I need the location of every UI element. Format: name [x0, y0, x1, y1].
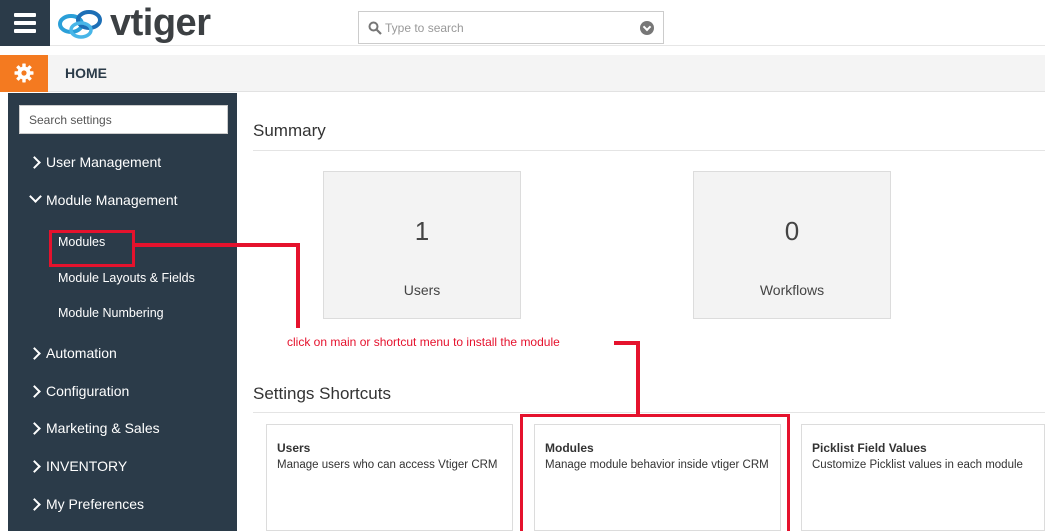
- chevron-right-icon: [28, 347, 41, 360]
- chevron-right-icon: [28, 156, 41, 169]
- sidebar-item-label: User Management: [46, 154, 162, 170]
- settings-shortcuts-heading: Settings Shortcuts: [253, 384, 391, 403]
- chevron-down-icon: [29, 190, 42, 203]
- sidebar-item-label: My Preferences: [46, 496, 145, 512]
- vtiger-logo-icon: [58, 10, 102, 39]
- shortcut-title: Users: [277, 441, 311, 455]
- breadcrumb-bar: HOME: [0, 55, 1045, 92]
- sidebar-item-user-management[interactable]: User Management: [8, 148, 237, 178]
- annotation-highlight-modules-menu: [49, 230, 135, 267]
- sidebar-item-configuration[interactable]: Configuration: [8, 377, 237, 407]
- annotation-line: [636, 341, 640, 417]
- shortcut-description: Manage users who can access Vtiger CRM: [277, 459, 498, 471]
- sidebar-item-label: Configuration: [46, 383, 130, 399]
- annotation-text: click on main or shortcut menu to instal…: [287, 335, 560, 349]
- chevron-right-icon: [28, 422, 41, 435]
- chevron-right-icon: [28, 498, 41, 511]
- logo-text: vtiger: [110, 2, 211, 44]
- annotation-line: [135, 243, 300, 247]
- sidebar-item-automation[interactable]: Automation: [8, 339, 237, 369]
- shortcut-picklist-field-values[interactable]: Picklist Field Values Customize Picklist…: [801, 424, 1045, 531]
- top-header: vtiger: [0, 0, 1045, 46]
- workflows-count: 0: [784, 216, 800, 246]
- sidebar-item-inventory[interactable]: INVENTORY: [8, 452, 237, 482]
- vtiger-logo[interactable]: vtiger: [55, 4, 225, 42]
- shortcut-description: Customize Picklist values in each module: [812, 459, 1023, 471]
- sidebar-search[interactable]: [19, 105, 228, 134]
- sidebar-item-label: Marketing & Sales: [46, 420, 160, 436]
- search-icon: [368, 21, 382, 35]
- search-input[interactable]: [385, 18, 625, 38]
- chevron-down-icon[interactable]: [640, 21, 654, 35]
- divider: [253, 412, 1045, 413]
- annotation-highlight-modules-shortcut: [520, 414, 790, 531]
- sidebar-item-label: Automation: [46, 345, 117, 361]
- sidebar-subitem-module-numbering[interactable]: Module Numbering: [58, 306, 164, 320]
- shortcut-title: Picklist Field Values: [812, 441, 927, 455]
- divider: [253, 150, 1045, 151]
- sidebar-item-label: INVENTORY: [46, 458, 128, 474]
- summary-heading: Summary: [253, 121, 326, 140]
- sidebar-item-marketing-sales[interactable]: Marketing & Sales: [8, 414, 237, 444]
- page-title: HOME: [65, 65, 107, 81]
- settings-search-input[interactable]: [20, 106, 227, 133]
- shortcut-users[interactable]: Users Manage users who can access Vtiger…: [266, 424, 513, 531]
- chevron-right-icon: [28, 385, 41, 398]
- workflows-card-label: Workflows: [759, 282, 825, 298]
- sidebar-item-label: Module Management: [46, 192, 178, 208]
- global-search[interactable]: [358, 11, 664, 44]
- gear-icon: [14, 63, 34, 83]
- users-card-label: Users: [403, 282, 441, 298]
- settings-button[interactable]: [0, 55, 48, 92]
- sidebar-subitem-module-layouts[interactable]: Module Layouts & Fields: [58, 271, 195, 285]
- sidebar-item-my-preferences[interactable]: My Preferences: [8, 490, 237, 520]
- users-summary-card[interactable]: 1 Users: [323, 171, 521, 319]
- workflows-summary-card[interactable]: 0 Workflows: [693, 171, 891, 319]
- sidebar-item-module-management[interactable]: Module Management: [8, 186, 237, 216]
- annotation-line: [296, 243, 300, 328]
- users-count: 1: [414, 216, 430, 246]
- chevron-right-icon: [28, 460, 41, 473]
- settings-sidebar: User Management Module Management Module…: [8, 93, 237, 531]
- hamburger-menu-icon[interactable]: [0, 0, 50, 46]
